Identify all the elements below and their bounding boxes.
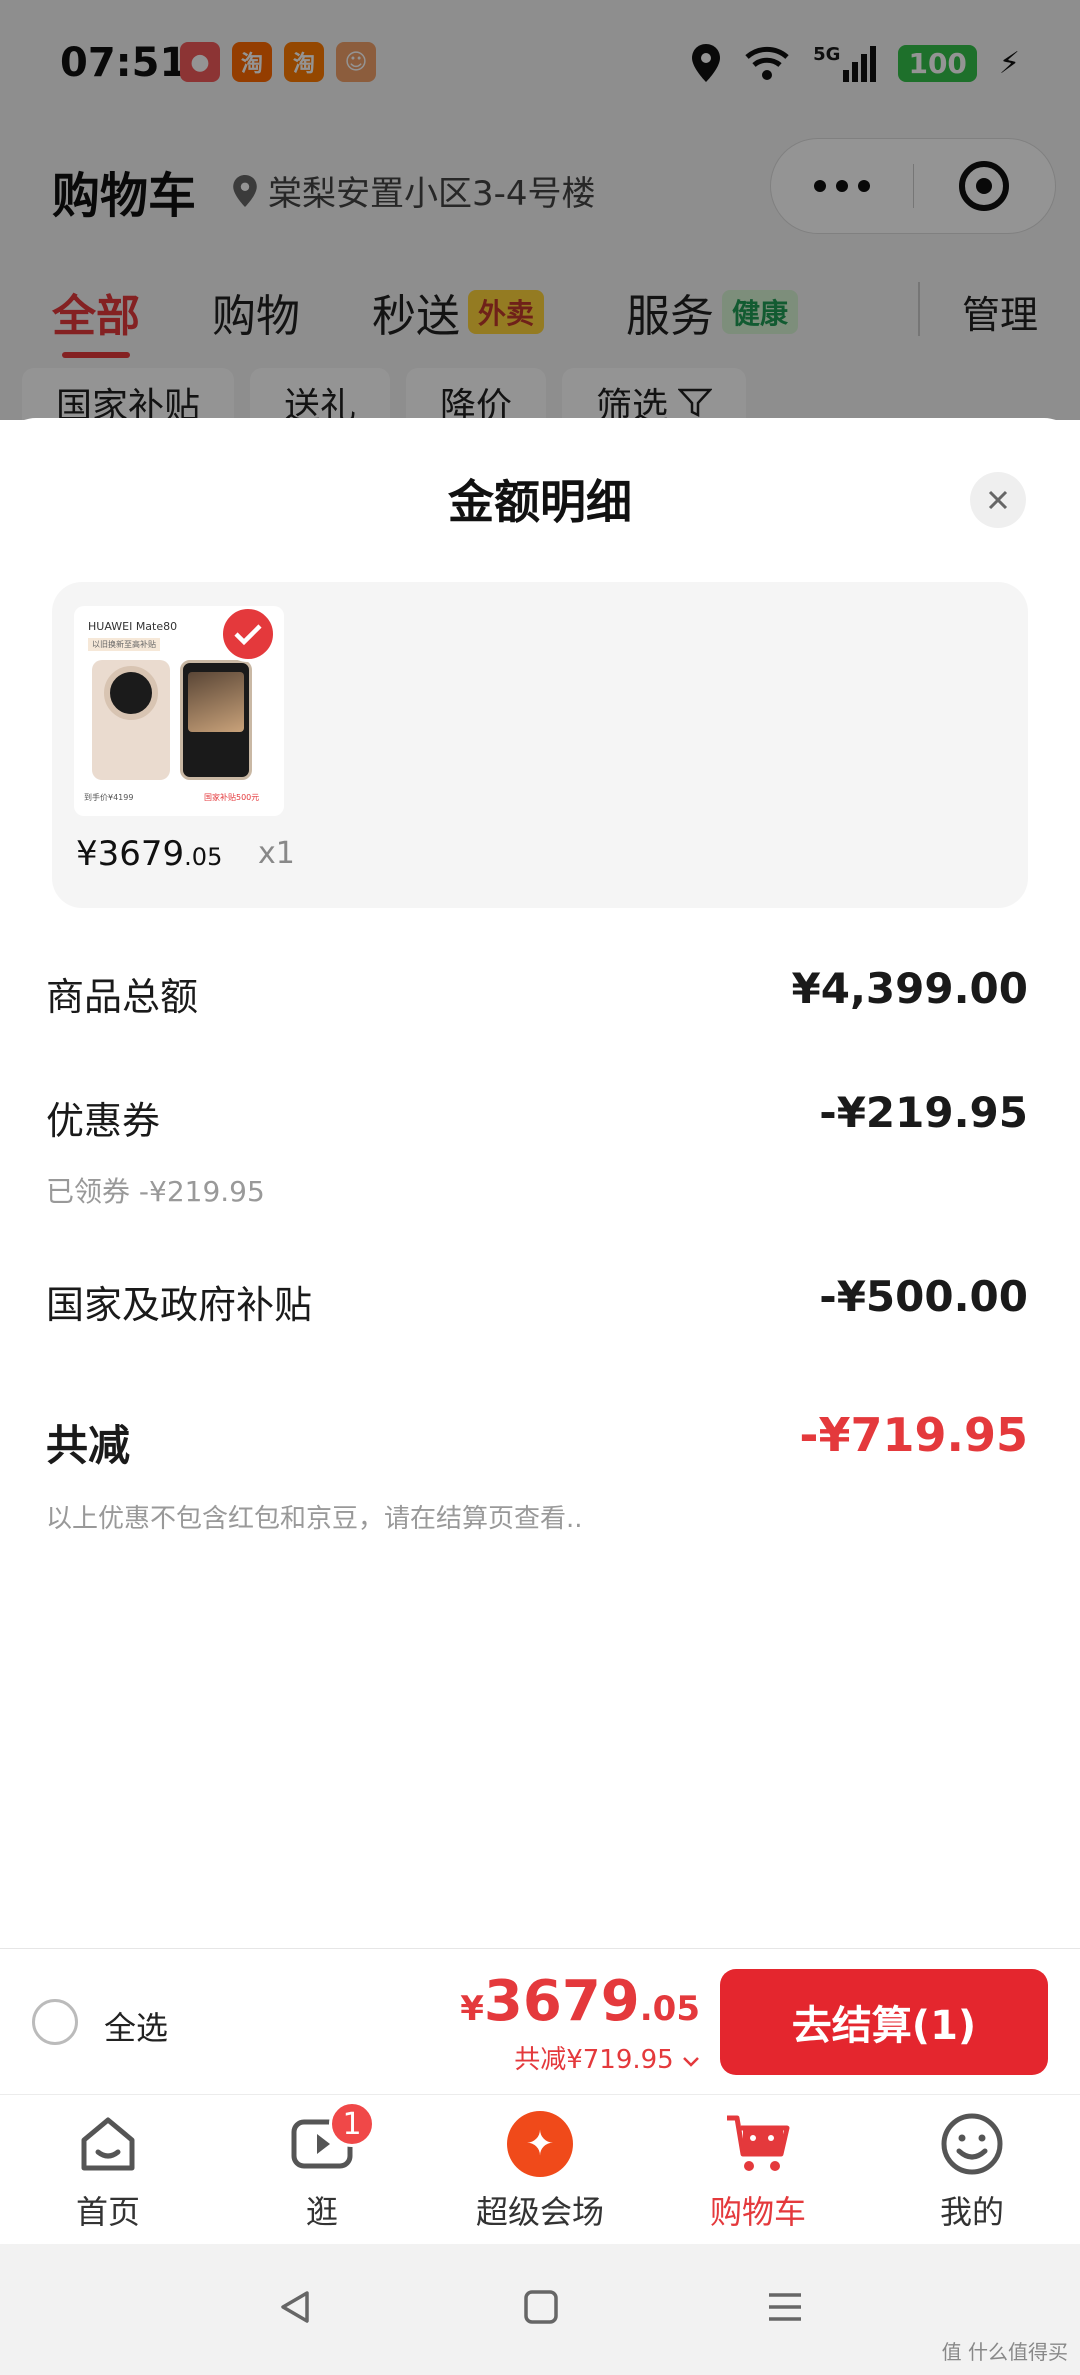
discount-note: 以上优惠不包含红包和京豆，请在结算页查看..	[46, 1504, 583, 1534]
shopping-cart-icon	[723, 2109, 793, 2179]
goods-total-label: 商品总额	[46, 975, 199, 1019]
bottom-navigation: 首页 1 逛 ✦ 超级会场 购物车 我的	[0, 2094, 1080, 2244]
thumb-subsidy-text: 国家补贴500元	[204, 793, 260, 802]
home-icon	[73, 2109, 143, 2179]
product-card: HUAWEI Mate80 以旧换新至高补贴 到手价¥4199 国家补贴500元…	[52, 582, 1028, 908]
home-button[interactable]	[516, 2282, 566, 2332]
sheet-title: 金额明细	[448, 475, 632, 529]
back-triangle-icon	[281, 2291, 309, 2323]
coupon-value: -¥219.95	[819, 1088, 1028, 1137]
smiley-icon	[937, 2109, 1007, 2179]
checkout-discount-text: 共减¥719.95	[514, 2045, 674, 2075]
checkout-discount-toggle[interactable]: 共减¥719.95	[514, 2039, 700, 2076]
checkout-price-int: 3679	[483, 1969, 640, 2034]
coupon-label: 优惠券	[46, 1099, 161, 1143]
product-price: ¥3679.05	[76, 834, 222, 874]
checkout-bar: 全选 ¥3679.05 共减¥719.95 去结算(1)	[0, 1948, 1080, 2094]
total-reduction-value: -¥719.95	[799, 1408, 1028, 1462]
camera-module-illustration	[104, 666, 158, 720]
home-square-icon	[524, 2290, 558, 2324]
goods-total-value: ¥4,399.00	[791, 964, 1028, 1013]
amount-detail-sheet: 金额明细 HUAWEI Mate80 以旧换新至高补贴 到手价¥4199 国家补…	[0, 418, 1080, 1948]
nav-label: 首页	[75, 2193, 140, 2231]
notification-badge: 1	[329, 2101, 375, 2147]
product-price-int: ¥3679	[76, 834, 185, 874]
nav-cart[interactable]: 购物车	[658, 2109, 858, 2233]
select-all-label[interactable]: 全选	[104, 2003, 168, 2049]
checkout-price-decimal: .05	[639, 1989, 700, 2029]
coupon-claimed-text: 已领券 -¥219.95	[46, 1175, 265, 1208]
close-icon	[988, 490, 1008, 510]
menu-lines-icon	[769, 2293, 801, 2321]
close-button[interactable]	[970, 472, 1026, 528]
nav-me[interactable]: 我的	[872, 2109, 1072, 2233]
nav-super-venue[interactable]: ✦ 超级会场	[440, 2109, 640, 2233]
thumb-price-text: 到手价¥4199	[84, 793, 134, 802]
system-navigation-bar	[0, 2244, 1080, 2375]
nav-label: 超级会场	[475, 2193, 604, 2231]
checkout-button[interactable]: 去结算(1)	[720, 1969, 1048, 2075]
modal-overlay[interactable]	[0, 0, 1080, 420]
super-venue-icon: ✦	[505, 2109, 575, 2179]
checkout-total-price: ¥3679.05	[460, 1969, 700, 2034]
nav-label: 我的	[939, 2193, 1004, 2231]
nav-browse[interactable]: 1 逛	[222, 2101, 422, 2233]
thumb-subtitle: 以旧换新至高补贴	[88, 638, 160, 651]
video-play-icon: 1	[287, 2101, 375, 2179]
subsidy-label: 国家及政府补贴	[46, 1283, 313, 1327]
watermark: 值 什么值得买	[941, 2340, 1068, 2364]
total-reduction-label: 共减	[46, 1421, 131, 1470]
currency-symbol: ¥	[460, 1989, 484, 2029]
selected-check-icon[interactable]	[220, 606, 276, 662]
product-price-decimal: .05	[184, 843, 223, 871]
back-button[interactable]	[270, 2282, 320, 2332]
chevron-down-icon	[683, 2057, 699, 2067]
nav-label: 购物车	[709, 2193, 806, 2231]
menu-button[interactable]	[760, 2282, 810, 2332]
nav-label: 逛	[305, 2193, 338, 2231]
thumb-caption: HUAWEI Mate80	[88, 620, 178, 633]
subsidy-value: -¥500.00	[819, 1272, 1028, 1321]
product-quantity: x1	[258, 836, 295, 871]
phone-screen-illustration	[188, 672, 244, 732]
select-all-checkbox[interactable]	[32, 1999, 78, 2045]
nav-home[interactable]: 首页	[8, 2109, 208, 2233]
